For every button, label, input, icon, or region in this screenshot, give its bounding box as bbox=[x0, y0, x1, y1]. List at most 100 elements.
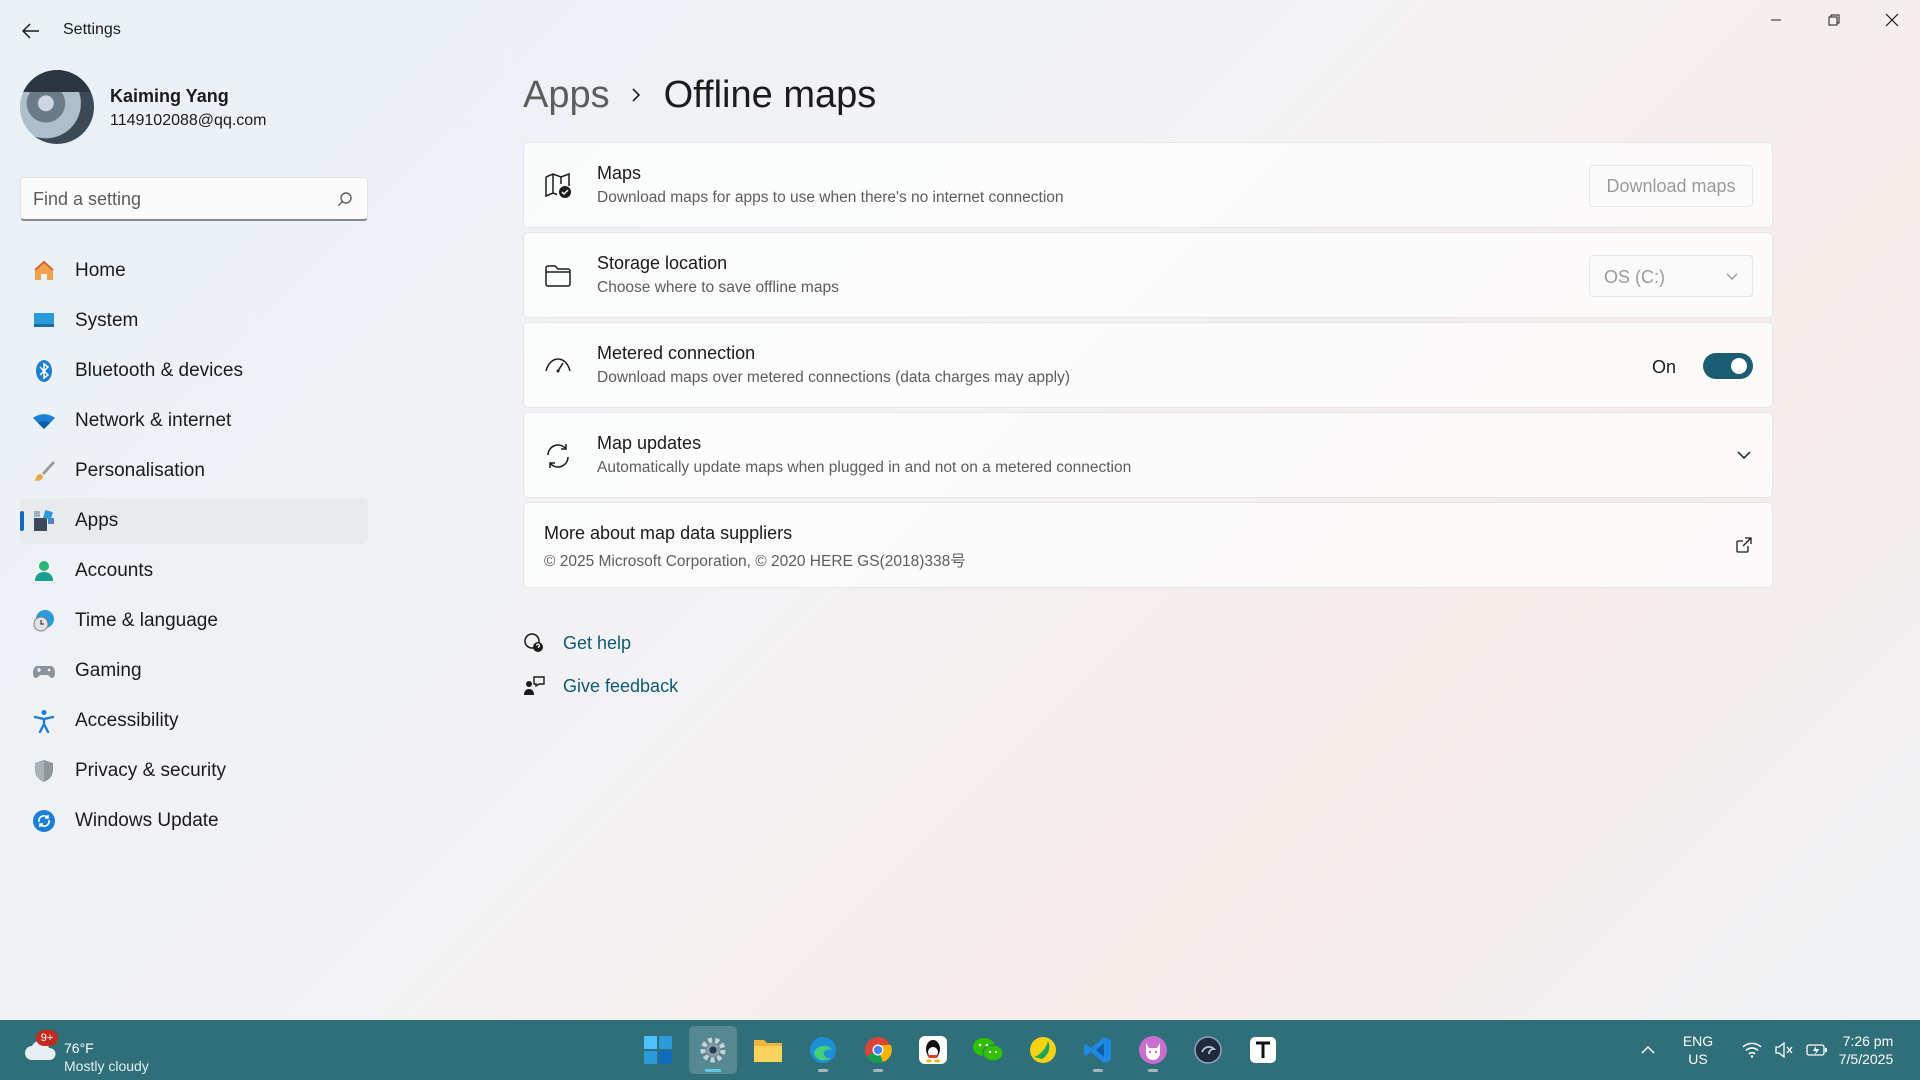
get-help-link[interactable]: Get help bbox=[563, 633, 631, 654]
update-icon bbox=[32, 809, 56, 833]
taskbar-wechat[interactable] bbox=[964, 1026, 1012, 1074]
sidebar-item-label: Network & internet bbox=[75, 410, 232, 431]
give-feedback-link[interactable]: Give feedback bbox=[563, 676, 678, 697]
sidebar-item-personalisation[interactable]: Personalisation bbox=[20, 448, 368, 494]
brush-icon bbox=[32, 459, 56, 483]
download-maps-button[interactable]: Download maps bbox=[1589, 165, 1753, 207]
chevron-down-icon bbox=[1726, 273, 1738, 280]
close-button[interactable] bbox=[1864, 0, 1920, 40]
sidebar-item-gaming[interactable]: Gaming bbox=[20, 648, 368, 694]
sidebar-item-label: Gaming bbox=[75, 660, 142, 681]
sidebar-item-accessibility[interactable]: Accessibility bbox=[20, 698, 368, 744]
map-updates-card[interactable]: Map updates Automatically update maps wh… bbox=[523, 412, 1773, 498]
taskbar-vscode[interactable] bbox=[1074, 1026, 1122, 1074]
title-bar: Settings bbox=[0, 0, 1920, 62]
search-box bbox=[20, 177, 368, 221]
sidebar-item-time-language[interactable]: Time & language bbox=[20, 598, 368, 644]
clock-globe-icon bbox=[32, 609, 56, 633]
shield-icon bbox=[32, 759, 56, 783]
maps-title: Maps bbox=[597, 163, 642, 183]
metered-connection-toggle[interactable] bbox=[1703, 353, 1753, 379]
restore-button[interactable] bbox=[1806, 0, 1862, 40]
profile-email: 1149102088@qq.com bbox=[110, 112, 267, 129]
suppliers-title: More about map data suppliers bbox=[544, 523, 793, 543]
search-icon[interactable] bbox=[337, 191, 353, 207]
sidebar-item-home[interactable]: Home bbox=[20, 248, 368, 294]
apps-icon bbox=[32, 509, 56, 533]
running-indicator bbox=[818, 1069, 828, 1072]
sidebar-item-label: Windows Update bbox=[75, 810, 219, 831]
sidebar-item-bluetooth[interactable]: Bluetooth & devices bbox=[20, 348, 368, 394]
chevron-right-icon bbox=[632, 88, 640, 102]
weather-temperature: 76°F bbox=[64, 1040, 94, 1056]
taskbar-settings[interactable] bbox=[689, 1026, 737, 1074]
breadcrumb-parent[interactable]: Apps bbox=[523, 74, 610, 117]
running-indicator bbox=[1093, 1069, 1103, 1072]
search-input[interactable] bbox=[33, 188, 333, 210]
minimize-button[interactable] bbox=[1748, 0, 1804, 40]
back-arrow-icon bbox=[22, 23, 39, 39]
toggle-knob bbox=[1731, 358, 1747, 374]
language-indicator[interactable]: ENG US bbox=[1676, 1020, 1720, 1080]
sidebar-item-apps[interactable]: Apps bbox=[20, 498, 368, 544]
taskbar-green-app[interactable] bbox=[1019, 1026, 1067, 1074]
sidebar-item-accounts[interactable]: Accounts bbox=[20, 548, 368, 594]
weather-description: Mostly cloudy bbox=[64, 1058, 149, 1074]
edge-icon bbox=[810, 1037, 836, 1063]
maps-card: Maps Download maps for apps to use when … bbox=[523, 142, 1773, 228]
back-button[interactable] bbox=[14, 14, 48, 48]
clock-time: 7:26 pm bbox=[1842, 1033, 1894, 1049]
chevron-down-icon[interactable] bbox=[1736, 449, 1752, 461]
system-icon bbox=[32, 309, 56, 333]
taskbar-edge[interactable] bbox=[799, 1026, 847, 1074]
wifi-icon bbox=[32, 409, 56, 433]
sidebar-item-label: Bluetooth & devices bbox=[75, 360, 243, 381]
taskbar-cat-app[interactable] bbox=[1129, 1026, 1177, 1074]
folder-icon bbox=[544, 262, 572, 290]
map-data-suppliers-card[interactable]: More about map data suppliers © 2025 Mic… bbox=[523, 502, 1773, 588]
taskbar-dark-app[interactable] bbox=[1184, 1026, 1232, 1074]
chevron-up-icon bbox=[1641, 1045, 1655, 1054]
sidebar-item-label: System bbox=[75, 310, 139, 331]
give-feedback-row[interactable]: Give feedback bbox=[523, 671, 678, 701]
sidebar-item-label: Accessibility bbox=[75, 710, 179, 731]
metered-gauge-icon bbox=[544, 352, 572, 380]
wifi-icon bbox=[1742, 1042, 1762, 1058]
metered-connection-card: Metered connection Download maps over me… bbox=[523, 322, 1773, 408]
running-indicator bbox=[1148, 1069, 1158, 1072]
storage-location-dropdown[interactable]: OS (C:) bbox=[1589, 255, 1753, 297]
weather-widget[interactable]: 9+ 76°F Mostly cloudy bbox=[20, 1028, 200, 1074]
profile-name: Kaiming Yang bbox=[110, 86, 229, 106]
user-profile[interactable]: Kaiming Yang 1149102088@qq.com bbox=[20, 70, 380, 146]
close-icon bbox=[1885, 13, 1899, 27]
sidebar-item-privacy[interactable]: Privacy & security bbox=[20, 748, 368, 794]
taskbar-start[interactable] bbox=[634, 1026, 682, 1074]
map-download-icon bbox=[544, 172, 572, 200]
taskbar-qq[interactable] bbox=[909, 1026, 957, 1074]
clock[interactable]: 7:26 pm 7/5/2025 bbox=[1818, 1020, 1914, 1080]
external-link-icon[interactable] bbox=[1736, 537, 1752, 553]
app-dark-icon bbox=[1194, 1036, 1222, 1064]
sidebar-item-label: Apps bbox=[75, 510, 119, 531]
storage-description: Choose where to save offline maps bbox=[597, 279, 839, 296]
map-updates-description: Automatically update maps when plugged i… bbox=[597, 459, 1132, 476]
sidebar-item-label: Accounts bbox=[75, 560, 154, 581]
volume-muted-icon bbox=[1775, 1042, 1793, 1058]
sidebar-item-network[interactable]: Network & internet bbox=[20, 398, 368, 444]
sync-icon bbox=[544, 442, 572, 470]
get-help-row[interactable]: Get help bbox=[523, 628, 631, 658]
sidebar-item-windows-update[interactable]: Windows Update bbox=[20, 798, 368, 844]
metered-description: Download maps over metered connections (… bbox=[597, 369, 1070, 386]
wechat-icon bbox=[973, 1038, 1004, 1062]
help-chat-icon bbox=[523, 632, 545, 654]
taskbar-chrome[interactable] bbox=[854, 1026, 902, 1074]
sidebar-item-system[interactable]: System bbox=[20, 298, 368, 344]
restore-icon bbox=[1828, 14, 1840, 26]
settings-icon bbox=[700, 1037, 726, 1063]
taskbar-file-explorer[interactable] bbox=[744, 1026, 792, 1074]
taskbar-typora[interactable] bbox=[1239, 1026, 1287, 1074]
notification-badge: 9+ bbox=[36, 1030, 58, 1046]
show-hidden-icons-button[interactable] bbox=[1632, 1020, 1664, 1080]
sidebar-item-label: Privacy & security bbox=[75, 760, 226, 781]
maps-description: Download maps for apps to use when there… bbox=[597, 189, 1064, 206]
